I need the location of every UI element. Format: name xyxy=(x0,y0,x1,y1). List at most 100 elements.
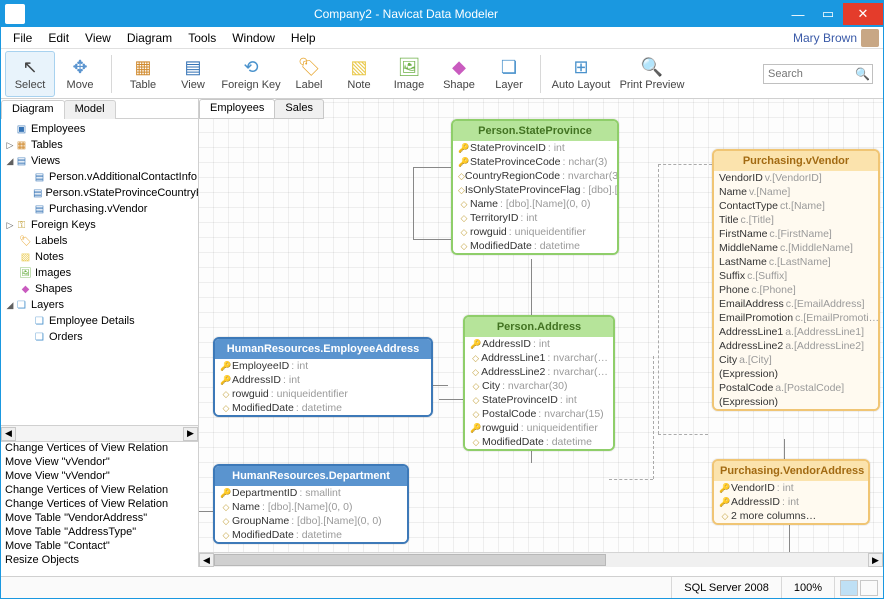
history-item[interactable]: Resize Objects xyxy=(1,554,198,567)
tree-layer-item[interactable]: ❏Orders xyxy=(1,329,198,345)
column-row[interactable]: EmailAddress c.[EmailAddress] xyxy=(714,297,878,311)
tool-layer[interactable]: ❏Layer xyxy=(484,51,534,97)
column-row[interactable]: 🔑AddressID: int xyxy=(714,495,868,509)
tree-labels[interactable]: 🏷Labels xyxy=(1,233,198,249)
diagram-canvas[interactable]: Employees Sales Person.StateProvince 🔑St… xyxy=(199,99,883,567)
tool-move[interactable]: ✥Move xyxy=(55,51,105,97)
menu-edit[interactable]: Edit xyxy=(40,29,77,47)
tool-shape[interactable]: ◆Shape xyxy=(434,51,484,97)
column-row[interactable]: ◇Name: [dbo].[Name](0, 0) xyxy=(215,500,407,514)
column-row[interactable]: ◇IsOnlyStateProvinceFlag: [dbo].[… xyxy=(453,183,617,197)
tool-image[interactable]: 🖼Image xyxy=(384,51,434,97)
tool-table[interactable]: ▦Table xyxy=(118,51,168,97)
column-row[interactable]: 🔑rowguid: uniqueidentifier xyxy=(465,421,613,435)
column-row[interactable]: (Expression) xyxy=(714,395,878,409)
column-row[interactable]: LastName c.[LastName] xyxy=(714,255,878,269)
tree-shapes[interactable]: ◆Shapes xyxy=(1,281,198,297)
column-row[interactable]: ◇CountryRegionCode: nvarchar(3) xyxy=(453,169,617,183)
history-item[interactable]: Move Table "VendorAddress" xyxy=(1,512,198,526)
menu-diagram[interactable]: Diagram xyxy=(119,29,180,47)
tree-employees[interactable]: ▣Employees xyxy=(1,121,198,137)
column-row[interactable]: ◇ModifiedDate: datetime xyxy=(215,528,407,542)
tree-view-item[interactable]: ▤Person.vStateProvinceCountryRegion xyxy=(1,185,198,201)
column-row[interactable]: ◇TerritoryID: int xyxy=(453,211,617,225)
entity-vvendor[interactable]: Purchasing.vVendor VendorID v.[VendorID]… xyxy=(712,149,880,411)
column-row[interactable]: ◇AddressLine2: nvarchar(… xyxy=(465,365,613,379)
tool-note[interactable]: ▧Note xyxy=(334,51,384,97)
tree-view-item[interactable]: ▤Person.vAdditionalContactInfo xyxy=(1,169,198,185)
column-row[interactable]: ◇ModifiedDate: datetime xyxy=(215,401,431,415)
history-item[interactable]: Move View "vVendor" xyxy=(1,456,198,470)
column-row[interactable]: ◇rowguid: uniqueidentifier xyxy=(453,225,617,239)
column-row[interactable]: ◇Name: [dbo].[Name](0, 0) xyxy=(453,197,617,211)
column-row[interactable]: 🔑AddressID: int xyxy=(465,337,613,351)
tree-view-item[interactable]: ▤Purchasing.vVendor xyxy=(1,201,198,217)
column-row[interactable]: MiddleName c.[MiddleName] xyxy=(714,241,878,255)
column-row[interactable]: ◇ModifiedDate: datetime xyxy=(465,435,613,449)
column-row[interactable]: EmailPromotion c.[EmailPromoti… xyxy=(714,311,878,325)
column-row[interactable]: ◇2 more columns… xyxy=(714,509,868,523)
column-row[interactable]: Title c.[Title] xyxy=(714,213,878,227)
column-row[interactable]: 🔑StateProvinceCode: nchar(3) xyxy=(453,155,617,169)
column-row[interactable]: 🔑DepartmentID: smallint xyxy=(215,486,407,500)
minimize-button[interactable]: — xyxy=(783,3,813,25)
close-button[interactable]: ✕ xyxy=(843,3,883,25)
entity-address[interactable]: Person.Address 🔑AddressID: int◇AddressLi… xyxy=(463,315,615,451)
tool-auto-layout[interactable]: ⊞Auto Layout xyxy=(547,51,615,97)
column-row[interactable]: ◇City: nvarchar(30) xyxy=(465,379,613,393)
column-row[interactable]: FirstName c.[FirstName] xyxy=(714,227,878,241)
menu-view[interactable]: View xyxy=(77,29,119,47)
column-row[interactable]: ◇GroupName: [dbo].[Name](0, 0) xyxy=(215,514,407,528)
history-item[interactable]: Move Table "AddressType" xyxy=(1,526,198,540)
column-row[interactable]: AddressLine1 a.[AddressLine1] xyxy=(714,325,878,339)
entity-department[interactable]: HumanResources.Department 🔑DepartmentID:… xyxy=(213,464,409,544)
tool-foreign-key[interactable]: ⟲Foreign Key xyxy=(218,51,284,97)
column-row[interactable]: Name v.[Name] xyxy=(714,185,878,199)
column-row[interactable]: 🔑EmployeeID: int xyxy=(215,359,431,373)
entity-vendor-address[interactable]: Purchasing.VendorAddress 🔑VendorID: int🔑… xyxy=(712,459,870,525)
menu-tools[interactable]: Tools xyxy=(180,29,224,47)
tree-notes[interactable]: ▧Notes xyxy=(1,249,198,265)
maximize-button[interactable]: ▭ xyxy=(813,3,843,25)
column-row[interactable]: ◇StateProvinceID: int xyxy=(465,393,613,407)
column-row[interactable]: PostalCode a.[PostalCode] xyxy=(714,381,878,395)
tool-view[interactable]: ▤View xyxy=(168,51,218,97)
tree-layer-item[interactable]: ❏Employee Details xyxy=(1,313,198,329)
menu-window[interactable]: Window xyxy=(224,29,283,47)
column-row[interactable]: (Expression) xyxy=(714,367,878,381)
column-row[interactable]: 🔑AddressID: int xyxy=(215,373,431,387)
tree-layers[interactable]: ◢❏Layers xyxy=(1,297,198,313)
column-row[interactable]: Suffix c.[Suffix] xyxy=(714,269,878,283)
menu-file[interactable]: File xyxy=(5,29,40,47)
column-row[interactable]: ContactType ct.[Name] xyxy=(714,199,878,213)
status-mode-2[interactable] xyxy=(860,580,878,596)
entity-employee-address[interactable]: HumanResources.EmployeeAddress 🔑Employee… xyxy=(213,337,433,417)
history-item[interactable]: Move Table "Contact" xyxy=(1,540,198,554)
tool-print-preview[interactable]: 🔍Print Preview xyxy=(615,51,689,97)
column-row[interactable]: 🔑VendorID: int xyxy=(714,481,868,495)
column-row[interactable]: ◇ModifiedDate: datetime xyxy=(453,239,617,253)
search-input[interactable] xyxy=(763,64,873,84)
user-label[interactable]: Mary Brown xyxy=(793,29,879,47)
status-mode-1[interactable] xyxy=(840,580,858,596)
column-row[interactable]: ◇rowguid: uniqueidentifier xyxy=(215,387,431,401)
tool-select[interactable]: ↖Select xyxy=(5,51,55,97)
tree-images[interactable]: 🖼Images xyxy=(1,265,198,281)
tool-label[interactable]: 🏷Label xyxy=(284,51,334,97)
history-item[interactable]: Change Vertices of View Relation xyxy=(1,498,198,512)
side-tab-diagram[interactable]: Diagram xyxy=(1,100,65,119)
tree-tables[interactable]: ▷▦Tables xyxy=(1,137,198,153)
column-row[interactable]: City a.[City] xyxy=(714,353,878,367)
canvas-tab-sales[interactable]: Sales xyxy=(274,99,324,119)
history-item[interactable]: Change Vertices of View Relation xyxy=(1,442,198,456)
history-item[interactable]: Move View "vVendor" xyxy=(1,470,198,484)
column-row[interactable]: ◇AddressLine1: nvarchar(… xyxy=(465,351,613,365)
entity-state-province[interactable]: Person.StateProvince 🔑StateProvinceID: i… xyxy=(451,119,619,255)
canvas-hscroll[interactable]: ◀▶ xyxy=(199,552,883,567)
canvas-tab-employees[interactable]: Employees xyxy=(199,99,275,119)
column-row[interactable]: AddressLine2 a.[AddressLine2] xyxy=(714,339,878,353)
column-row[interactable]: 🔑StateProvinceID: int xyxy=(453,141,617,155)
column-row[interactable]: VendorID v.[VendorID] xyxy=(714,171,878,185)
menu-help[interactable]: Help xyxy=(283,29,324,47)
column-row[interactable]: Phone c.[Phone] xyxy=(714,283,878,297)
